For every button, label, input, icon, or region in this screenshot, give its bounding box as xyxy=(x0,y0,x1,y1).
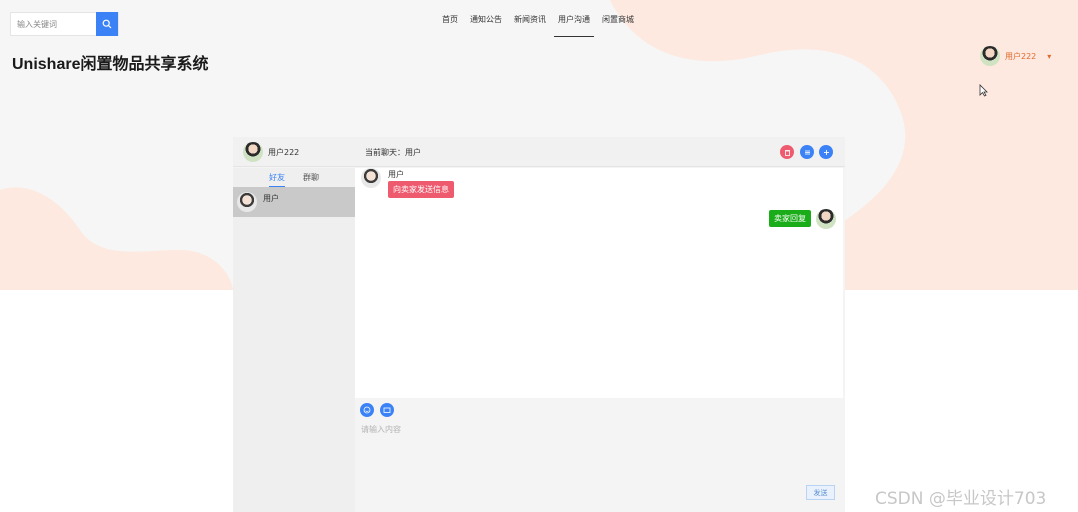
nav-item-user-chat[interactable]: 用户沟通 xyxy=(552,10,596,37)
menu-button[interactable] xyxy=(800,145,814,159)
search-icon xyxy=(102,19,112,29)
current-chat-label: 当前聊天：用户 xyxy=(365,148,421,157)
avatar xyxy=(361,168,381,188)
user-menu[interactable]: 用户222 ▾ xyxy=(980,46,1051,66)
chat-window: 用户222 当前聊天：用户 好友 群聊 用户 用户 向卖家发送信息 卖家回复 请… xyxy=(233,137,845,512)
message-input[interactable] xyxy=(361,424,831,480)
trash-icon xyxy=(784,149,790,156)
search-button[interactable] xyxy=(96,12,118,36)
avatar xyxy=(243,142,263,162)
list-item[interactable]: 用户 xyxy=(233,187,355,217)
message-sender: 用户 xyxy=(388,170,404,179)
nav-item-notices[interactable]: 通知公告 xyxy=(464,10,508,37)
plus-icon xyxy=(823,149,829,155)
emoji-icon xyxy=(363,406,371,414)
message-bubble: 向卖家发送信息 xyxy=(388,181,454,198)
watermark: CSDN @毕业设计703 xyxy=(875,489,1047,509)
message-bubble: 卖家回复 xyxy=(769,210,811,227)
avatar xyxy=(237,192,257,212)
contact-sidebar: 好友 群聊 用户 xyxy=(233,168,355,512)
chevron-down-icon: ▾ xyxy=(1047,51,1052,61)
tab-friends[interactable]: 好友 xyxy=(269,172,285,187)
chat-header: 用户222 当前聊天：用户 xyxy=(233,137,845,167)
search-box xyxy=(10,12,119,36)
avatar xyxy=(980,46,1000,66)
nav-item-home[interactable]: 首页 xyxy=(436,10,464,37)
nav-item-mall[interactable]: 闲置商城 xyxy=(596,10,640,37)
site-title: Unishare闲置物品共享系统 xyxy=(12,56,209,73)
add-button[interactable] xyxy=(819,145,833,159)
delete-button[interactable] xyxy=(780,145,794,159)
message-area: 用户 向卖家发送信息 卖家回复 xyxy=(355,168,843,398)
input-area: 发送 xyxy=(355,398,845,512)
menu-icon xyxy=(804,150,810,154)
search-input[interactable] xyxy=(11,13,96,35)
tab-groups[interactable]: 群聊 xyxy=(303,172,319,186)
folder-icon xyxy=(383,407,391,413)
send-button[interactable]: 发送 xyxy=(806,485,835,500)
my-name: 用户222 xyxy=(268,148,300,157)
main-nav: 首页 通知公告 新闻资讯 用户沟通 闲置商城 xyxy=(436,10,640,37)
nav-item-news[interactable]: 新闻资讯 xyxy=(508,10,552,37)
image-button[interactable] xyxy=(380,403,394,417)
mouse-cursor-icon xyxy=(979,84,988,97)
avatar xyxy=(816,209,836,229)
emoji-button[interactable] xyxy=(360,403,374,417)
contact-name: 用户 xyxy=(263,194,279,203)
user-name: 用户222 xyxy=(1005,51,1037,61)
